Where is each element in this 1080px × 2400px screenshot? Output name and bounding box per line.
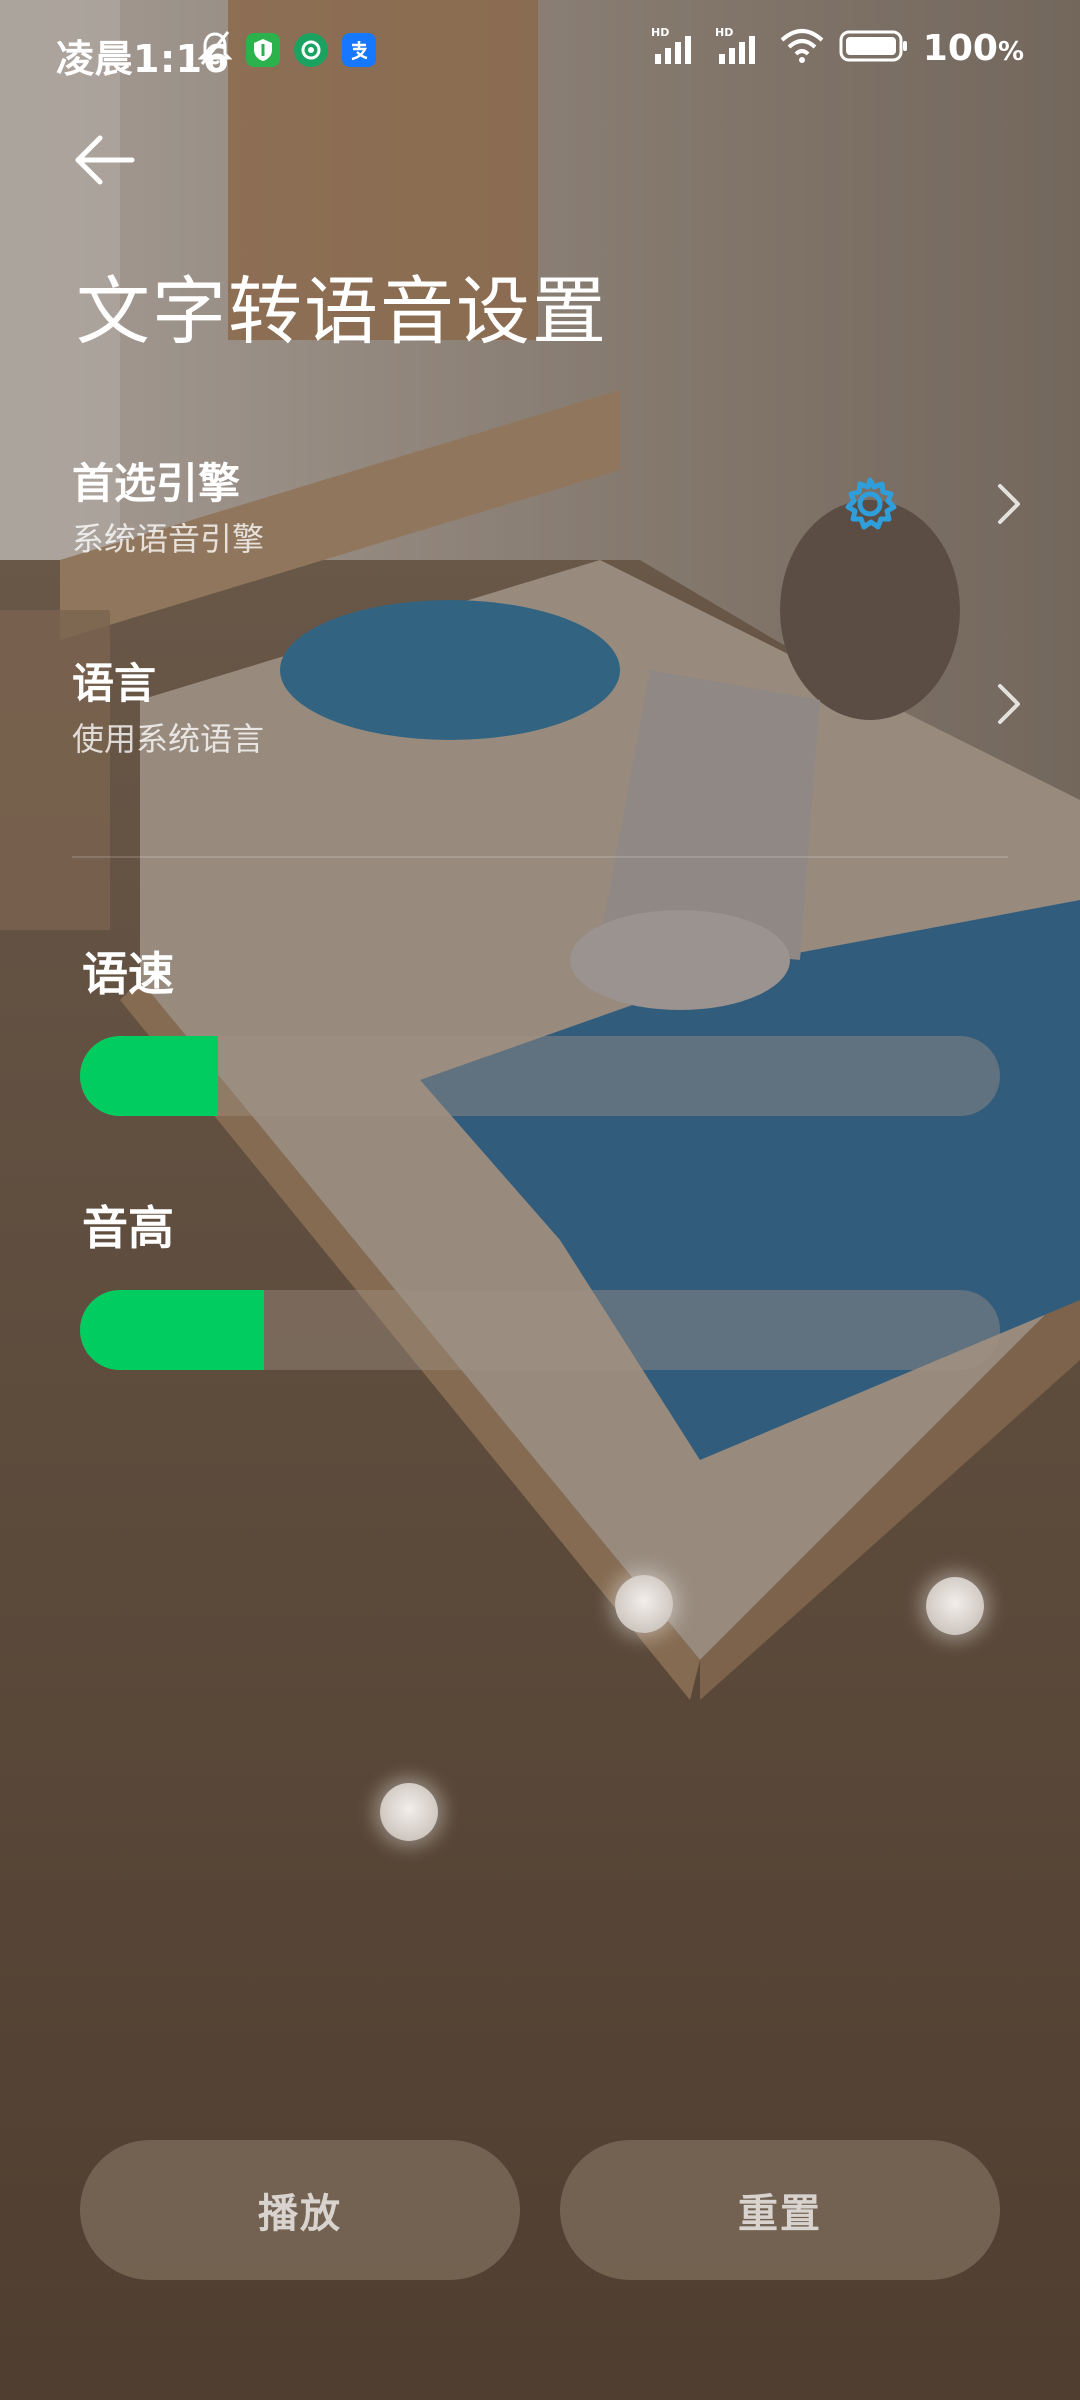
signal-label-1: HD bbox=[651, 26, 669, 39]
pitch-label: 音高 bbox=[82, 1201, 174, 1255]
shield-app-icon bbox=[246, 33, 280, 67]
battery-level: 100% bbox=[923, 28, 1024, 69]
battery-value: 100 bbox=[922, 27, 998, 69]
pitch-slider[interactable] bbox=[80, 1290, 1000, 1370]
status-notification-icons bbox=[197, 30, 376, 70]
floating-dot[interactable] bbox=[615, 1575, 673, 1633]
signal-label-2: HD bbox=[715, 26, 733, 39]
pitch-fill bbox=[80, 1290, 264, 1370]
signal-hd-icon: HD bbox=[651, 26, 701, 70]
back-button[interactable] bbox=[70, 130, 140, 190]
setting-language[interactable]: 语言 使用系统语言 bbox=[0, 620, 1080, 800]
gear-icon[interactable] bbox=[840, 474, 900, 534]
wifi-icon bbox=[779, 28, 825, 68]
speech-rate-fill bbox=[80, 1036, 218, 1116]
camera-app-icon bbox=[294, 33, 328, 67]
speech-rate-slider[interactable] bbox=[80, 1036, 1000, 1116]
chevron-right-icon bbox=[998, 684, 1020, 724]
speech-rate-label: 语速 bbox=[82, 947, 174, 1001]
mute-bell-icon bbox=[197, 30, 233, 70]
play-button[interactable]: 播放 bbox=[80, 2140, 520, 2280]
chevron-right-icon bbox=[998, 484, 1020, 524]
alipay-app-icon bbox=[342, 33, 376, 67]
floating-dot[interactable] bbox=[380, 1783, 438, 1841]
setting-title: 语言 bbox=[72, 659, 157, 708]
floating-dot[interactable] bbox=[926, 1577, 984, 1635]
setting-title: 首选引擎 bbox=[72, 459, 241, 508]
battery-unit: % bbox=[997, 36, 1024, 67]
setting-preferred-engine[interactable]: 首选引擎 系统语音引擎 bbox=[0, 420, 1080, 600]
battery-icon bbox=[839, 28, 909, 68]
setting-subtitle: 使用系统语言 bbox=[72, 720, 265, 758]
setting-subtitle: 系统语音引擎 bbox=[72, 520, 265, 558]
section-divider bbox=[72, 856, 1008, 858]
reset-button[interactable]: 重置 bbox=[560, 2140, 1000, 2280]
status-bar: 凌晨1:16 HD HD 100% bbox=[0, 0, 1080, 104]
page-title: 文字转语音设置 bbox=[76, 269, 608, 355]
signal-hd-icon: HD bbox=[715, 26, 765, 70]
arrow-left-icon bbox=[75, 135, 135, 185]
status-system-icons: HD HD 100% bbox=[651, 26, 1024, 70]
